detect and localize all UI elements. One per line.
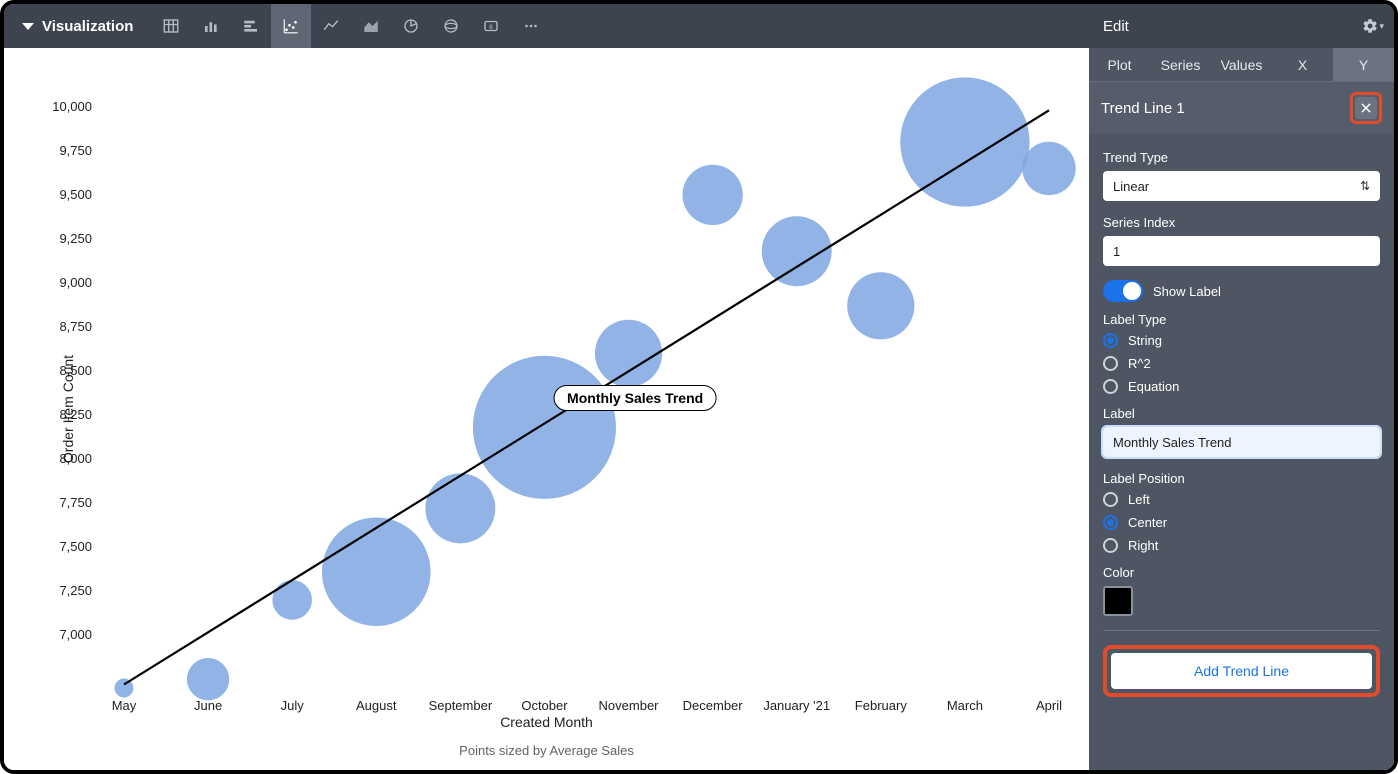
- svg-text:July: July: [281, 698, 305, 713]
- pie-chart-icon[interactable]: [391, 4, 431, 48]
- show-label-text: Show Label: [1153, 284, 1221, 299]
- add-trend-line-button[interactable]: Add Trend Line: [1111, 653, 1372, 689]
- label-position-option-center[interactable]: Center: [1103, 515, 1380, 530]
- viz-title: Visualization: [42, 18, 133, 35]
- svg-text:8,750: 8,750: [59, 319, 92, 334]
- label-position-option-right[interactable]: Right: [1103, 538, 1380, 553]
- close-highlight: [1350, 92, 1382, 124]
- tab-values[interactable]: Values: [1211, 48, 1272, 81]
- more-icon[interactable]: [511, 4, 551, 48]
- label-type-option-r-2[interactable]: R^2: [1103, 356, 1380, 371]
- label-position-option-label: Left: [1128, 492, 1150, 507]
- chart-area: 7,0007,2507,5007,7508,0008,2508,5008,750…: [4, 48, 1089, 770]
- svg-text:January '21: January '21: [763, 698, 830, 713]
- y-axis-label: Order Item Count: [60, 355, 76, 463]
- label-type-option-label: R^2: [1128, 356, 1151, 371]
- svg-text:7,250: 7,250: [59, 583, 92, 598]
- table-icon[interactable]: [151, 4, 191, 48]
- column-chart-icon[interactable]: [191, 4, 231, 48]
- series-index-label: Series Index: [1103, 215, 1380, 230]
- close-icon[interactable]: [1355, 97, 1377, 119]
- tab-x[interactable]: X: [1272, 48, 1333, 81]
- svg-text:6: 6: [490, 24, 494, 31]
- svg-text:9,250: 9,250: [59, 231, 92, 246]
- radio-icon: [1103, 538, 1118, 553]
- tab-plot[interactable]: Plot: [1089, 48, 1150, 81]
- add-trend-highlight: Add Trend Line: [1103, 645, 1380, 697]
- line-chart-icon[interactable]: [311, 4, 351, 48]
- trend-type-label: Trend Type: [1103, 150, 1380, 165]
- scatter-chart-icon[interactable]: [271, 4, 311, 48]
- radio-icon: [1103, 379, 1118, 394]
- radio-icon: [1103, 356, 1118, 371]
- label-type-label: Label Type: [1103, 312, 1380, 327]
- label-type-option-label: Equation: [1128, 379, 1179, 394]
- svg-text:March: March: [947, 698, 983, 713]
- label-position-option-label: Right: [1128, 538, 1158, 553]
- label-field-label: Label: [1103, 406, 1380, 421]
- svg-text:7,750: 7,750: [59, 495, 92, 510]
- tab-y[interactable]: Y: [1333, 48, 1394, 81]
- label-type-option-string[interactable]: String: [1103, 333, 1380, 348]
- radio-icon: [1103, 333, 1118, 348]
- label-type-option-equation[interactable]: Equation: [1103, 379, 1380, 394]
- series-index-input[interactable]: [1103, 236, 1380, 266]
- trend-line-section-title: Trend Line 1: [1101, 100, 1185, 117]
- tab-series[interactable]: Series: [1150, 48, 1211, 81]
- svg-text:October: October: [521, 698, 568, 713]
- bubble-size-note: Points sized by Average Sales: [4, 743, 1089, 758]
- viz-toolbar: Visualization 6: [4, 4, 1089, 48]
- svg-text:9,500: 9,500: [59, 187, 92, 202]
- bar-chart-icon[interactable]: [231, 4, 271, 48]
- chart-type-icons: 6: [151, 4, 551, 48]
- label-type-option-label: String: [1128, 333, 1162, 348]
- label-position-option-left[interactable]: Left: [1103, 492, 1380, 507]
- svg-text:December: December: [683, 698, 744, 713]
- svg-text:April: April: [1036, 698, 1062, 713]
- edit-panel: Edit ▾ PlotSeriesValuesXY Trend Line 1 T…: [1089, 4, 1394, 770]
- map-chart-icon[interactable]: [431, 4, 471, 48]
- gear-icon[interactable]: ▾: [1362, 15, 1384, 37]
- single-value-icon[interactable]: 6: [471, 4, 511, 48]
- svg-text:7,500: 7,500: [59, 539, 92, 554]
- label-position-label: Label Position: [1103, 471, 1380, 486]
- svg-text:May: May: [112, 698, 137, 713]
- svg-text:7,000: 7,000: [59, 627, 92, 642]
- svg-text:February: February: [855, 698, 908, 713]
- color-swatch[interactable]: [1103, 586, 1133, 616]
- color-label: Color: [1103, 565, 1380, 580]
- svg-text:10,000: 10,000: [52, 99, 92, 114]
- trend-line-label: Monthly Sales Trend: [554, 385, 716, 411]
- edit-panel-title: Edit: [1103, 18, 1129, 35]
- radio-icon: [1103, 515, 1118, 530]
- label-input[interactable]: [1103, 427, 1380, 457]
- svg-text:9,000: 9,000: [59, 275, 92, 290]
- label-position-option-label: Center: [1128, 515, 1167, 530]
- svg-text:August: August: [356, 698, 397, 713]
- viz-title-toggle[interactable]: Visualization: [4, 18, 143, 35]
- svg-text:November: November: [599, 698, 660, 713]
- svg-text:9,750: 9,750: [59, 143, 92, 158]
- show-label-toggle[interactable]: [1103, 280, 1143, 302]
- caret-down-icon: [22, 23, 34, 30]
- trend-type-select[interactable]: [1103, 171, 1380, 201]
- radio-icon: [1103, 492, 1118, 507]
- x-axis-label: Created Month: [4, 714, 1089, 730]
- area-chart-icon[interactable]: [351, 4, 391, 48]
- svg-text:September: September: [429, 698, 493, 713]
